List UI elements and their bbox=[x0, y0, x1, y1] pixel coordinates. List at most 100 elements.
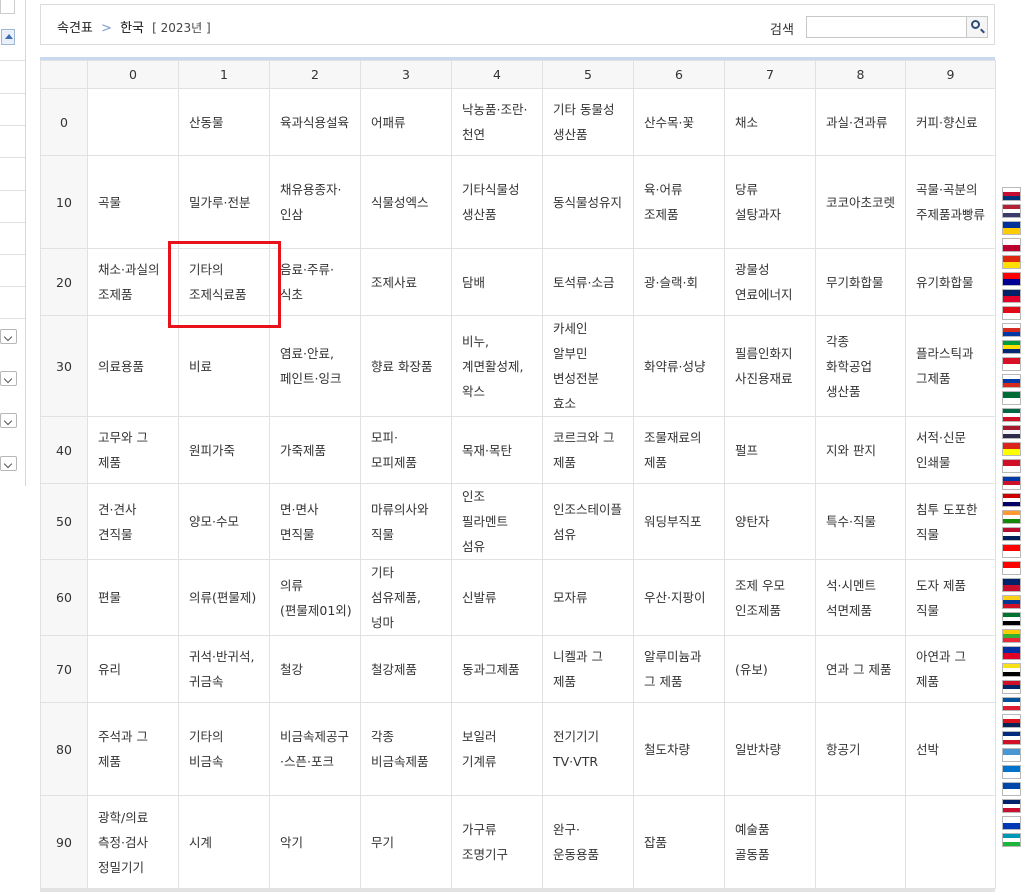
hs-code-cell[interactable]: 곡물·곡분의 주제품과빵류 bbox=[905, 155, 996, 249]
hs-code-cell[interactable]: 철강 bbox=[269, 635, 361, 703]
hs-code-cell[interactable]: 향료 화장품 bbox=[360, 315, 452, 417]
hs-code-cell[interactable]: 기타 동물성 생산품 bbox=[542, 88, 634, 156]
hs-code-cell[interactable]: 조물재료의 제품 bbox=[633, 416, 725, 484]
scroll-up-icon[interactable] bbox=[1, 29, 15, 45]
hs-code-cell[interactable]: 커피·향신료 bbox=[905, 88, 996, 156]
guatemala-flag-icon[interactable] bbox=[1002, 748, 1021, 762]
chevron-down-icon[interactable] bbox=[0, 413, 17, 428]
chevron-down-icon[interactable] bbox=[0, 329, 17, 344]
hs-code-cell[interactable]: 기타식물성 생산품 bbox=[451, 155, 543, 249]
hs-code-cell[interactable]: 도자 제품 직물 bbox=[905, 559, 996, 636]
search-button[interactable] bbox=[966, 16, 988, 38]
hs-code-cell[interactable]: 선박 bbox=[905, 702, 996, 796]
hs-code-cell[interactable]: 목재·목탄 bbox=[451, 416, 543, 484]
hs-code-cell[interactable]: 각종 비금속제품 bbox=[360, 702, 452, 796]
hs-code-cell[interactable]: 기타의 비금속 bbox=[178, 702, 270, 796]
hs-code-cell[interactable]: 서적·신문 인쇄물 bbox=[905, 416, 996, 484]
hs-code-cell[interactable]: 조제 우모 인조제품 bbox=[724, 559, 816, 636]
hs-code-cell[interactable]: 워딩부직포 bbox=[633, 483, 725, 560]
hs-code-cell[interactable]: 무기화합물 bbox=[815, 248, 906, 316]
peru-flag-icon[interactable] bbox=[1002, 357, 1021, 371]
canada-flag-icon[interactable] bbox=[1002, 561, 1021, 575]
hs-code-cell[interactable]: 철강제품 bbox=[360, 635, 452, 703]
hs-code-cell[interactable]: 카세인 알부민 변성전분 효소 bbox=[542, 315, 634, 417]
israel-flag-icon[interactable] bbox=[1002, 816, 1021, 830]
hs-code-cell[interactable]: 악기 bbox=[269, 795, 361, 889]
hs-code-cell[interactable]: 광·슬랙·회 bbox=[633, 248, 725, 316]
china-flag-icon[interactable] bbox=[1002, 255, 1021, 269]
brunei-flag-icon[interactable] bbox=[1002, 663, 1021, 677]
hs-code-cell[interactable]: 원피가죽 bbox=[178, 416, 270, 484]
hs-code-cell[interactable]: 지와 판지 bbox=[815, 416, 906, 484]
indonesia-flag-icon[interactable] bbox=[1002, 459, 1021, 473]
hs-code-cell[interactable]: 채유용종자·인삼 bbox=[269, 155, 361, 249]
hs-code-cell[interactable]: 편물 bbox=[87, 559, 179, 636]
hs-code-cell[interactable]: 어패류 bbox=[360, 88, 452, 156]
hs-code-cell[interactable]: 조제사료 bbox=[360, 248, 452, 316]
hs-code-cell[interactable]: 시계 bbox=[178, 795, 270, 889]
hs-code-cell[interactable]: 육·어류 조제품 bbox=[633, 155, 725, 249]
hs-code-cell[interactable]: 전기기기 TV·VTR bbox=[542, 702, 634, 796]
hs-code-cell[interactable]: 양탄자 bbox=[724, 483, 816, 560]
hs-code-cell[interactable]: 완구·운동용품 bbox=[542, 795, 634, 889]
hs-code-cell[interactable]: 코르크와 그 제품 bbox=[542, 416, 634, 484]
hs-code-cell[interactable]: 침투 도포한 직물 bbox=[905, 483, 996, 560]
hs-code-cell[interactable]: 인조스테이플 섬유 bbox=[542, 483, 634, 560]
india-flag-icon[interactable] bbox=[1002, 510, 1021, 524]
hs-code-cell[interactable]: 보일러 기계류 bbox=[451, 702, 543, 796]
hs-code-cell[interactable]: 유리 bbox=[87, 635, 179, 703]
uk-flag-icon[interactable] bbox=[1002, 799, 1021, 813]
hs-code-cell[interactable]: 견·견사 견직물 bbox=[87, 483, 179, 560]
hs-code-cell[interactable]: 석·시멘트 석면제품 bbox=[815, 559, 906, 636]
breadcrumb-root[interactable]: 속견표 bbox=[57, 21, 93, 36]
vietnam-flag-icon[interactable] bbox=[1002, 442, 1021, 456]
hs-code-cell[interactable]: 산동물 bbox=[178, 88, 270, 156]
hs-code-cell[interactable]: 밀가루·전분 bbox=[178, 155, 270, 249]
hs-code-cell[interactable]: 우산·지팡이 bbox=[633, 559, 725, 636]
eu-flag-icon[interactable] bbox=[1002, 221, 1021, 235]
hs-code-cell[interactable]: 기타의 조제식료품 bbox=[178, 248, 270, 316]
hs-code-cell[interactable]: 항공기 bbox=[815, 702, 906, 796]
hs-code-cell[interactable]: 염료·안료, 페인트·잉크 bbox=[269, 315, 361, 417]
hs-code-cell[interactable]: 펄프 bbox=[724, 416, 816, 484]
hs-code-cell[interactable]: 육과식용설육 bbox=[269, 88, 361, 156]
hs-code-cell[interactable]: 비금속제공구·스픈·포크 bbox=[269, 702, 361, 796]
chile-flag-icon[interactable] bbox=[1002, 323, 1021, 337]
hs-code-cell[interactable]: 고무와 그 제품 bbox=[87, 416, 179, 484]
hs-code-cell[interactable]: 광학/의료 측정·검사 정밀기기 bbox=[87, 795, 179, 889]
hs-code-cell[interactable]: 면·면사 면직물 bbox=[269, 483, 361, 560]
hs-code-cell[interactable]: 유기화합물 bbox=[905, 248, 996, 316]
hs-code-cell[interactable]: 토석류·소금 bbox=[542, 248, 634, 316]
brazil-flag-icon[interactable] bbox=[1002, 340, 1021, 354]
hs-code-cell[interactable]: 특수·직물 bbox=[815, 483, 906, 560]
korea-flag-icon[interactable] bbox=[1002, 187, 1021, 201]
hs-code-cell[interactable]: 연과 그 제품 bbox=[815, 635, 906, 703]
colombia-flag-icon[interactable] bbox=[1002, 595, 1021, 609]
turkey-flag-icon[interactable] bbox=[1002, 306, 1021, 320]
chevron-down-icon[interactable] bbox=[0, 371, 17, 386]
hs-code-cell[interactable]: 곡물 bbox=[87, 155, 179, 249]
taiwan-flag-icon[interactable] bbox=[1002, 272, 1021, 286]
australia-flag-icon[interactable] bbox=[1002, 289, 1021, 303]
costa-rica-flag-icon[interactable] bbox=[1002, 731, 1021, 745]
hs-code-cell[interactable]: 잡품 bbox=[633, 795, 725, 889]
hs-code-cell[interactable]: 양모·수모 bbox=[178, 483, 270, 560]
hs-code-cell[interactable]: 코코아초코렛 bbox=[815, 155, 906, 249]
chevron-down-icon[interactable] bbox=[0, 456, 17, 471]
hs-code-cell[interactable]: 모자류 bbox=[542, 559, 634, 636]
hs-code-cell[interactable]: 낙농품·조란·천연 bbox=[451, 88, 543, 156]
hs-code-cell[interactable]: 알루미늄과 그 제품 bbox=[633, 635, 725, 703]
hs-code-cell[interactable]: 의료용품 bbox=[87, 315, 179, 417]
iceland-flag-icon[interactable] bbox=[1002, 697, 1021, 711]
hs-code-cell[interactable]: 광물성 연료에너지 bbox=[724, 248, 816, 316]
hs-code-cell[interactable]: 아연과 그 제품 bbox=[905, 635, 996, 703]
uzbekistan-flag-icon[interactable] bbox=[1002, 833, 1021, 847]
hs-code-cell[interactable]: 인조 필라멘트 섬유 bbox=[451, 483, 543, 560]
hs-code-cell[interactable]: 기타 섬유제품,넝마 bbox=[360, 559, 452, 636]
honduras-flag-icon[interactable] bbox=[1002, 765, 1021, 779]
malaysia-flag-icon[interactable] bbox=[1002, 493, 1021, 507]
hs-code-cell[interactable]: 니켈과 그 제품 bbox=[542, 635, 634, 703]
mexico-flag-icon[interactable] bbox=[1002, 408, 1021, 422]
hs-code-cell[interactable]: 산수목·꽃 bbox=[633, 88, 725, 156]
hs-code-cell[interactable]: 귀석·반귀석,귀금속 bbox=[178, 635, 270, 703]
